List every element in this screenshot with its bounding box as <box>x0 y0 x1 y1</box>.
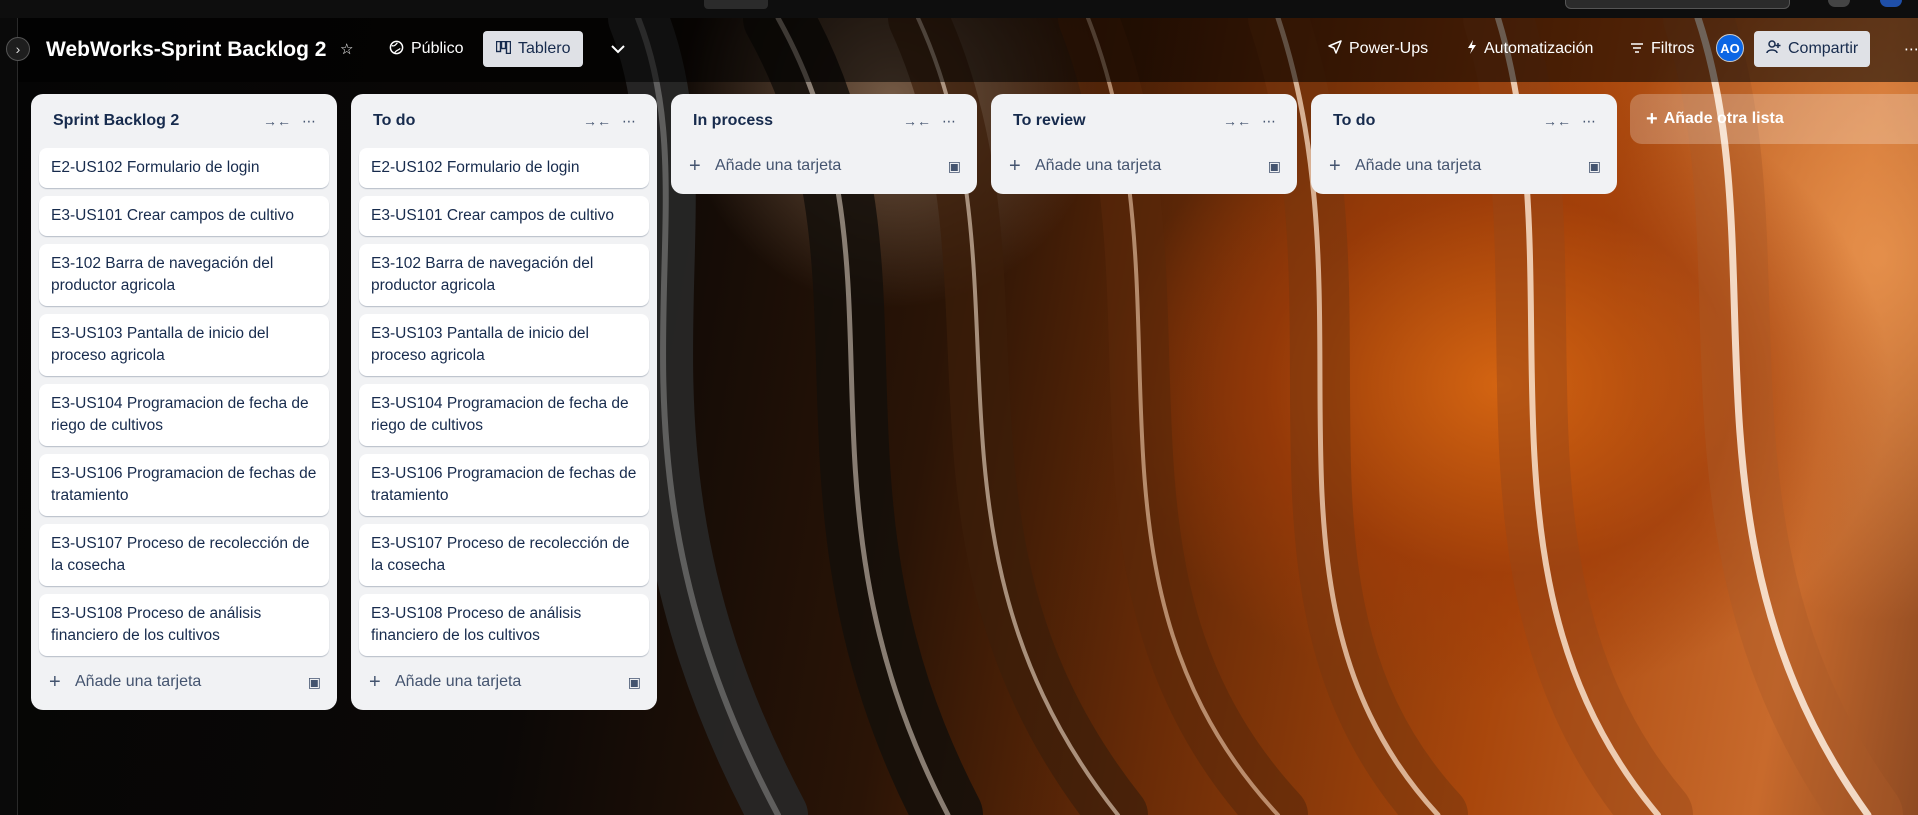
browser-search-bar[interactable] <box>1565 0 1790 9</box>
card[interactable]: E2-US102 Formulario de login <box>359 148 649 188</box>
list-header[interactable]: To do →← ⋯ <box>359 94 649 148</box>
visibility-label: Público <box>411 40 464 57</box>
card-template-icon[interactable]: ▣ <box>1268 158 1281 175</box>
list-title[interactable]: To do <box>373 112 581 130</box>
add-card-button[interactable]: + Añade una tarjeta ▣ <box>39 664 329 700</box>
list-in-process: In process →← ⋯ + Añade una tarjeta ▣ <box>671 94 977 194</box>
plus-icon: + <box>1646 107 1658 130</box>
list-to-do-2: To do →← ⋯ + Añade una tarjeta ▣ <box>1311 94 1617 194</box>
globe-icon <box>389 40 404 59</box>
card[interactable]: E3-US101 Crear campos de cultivo <box>359 196 649 236</box>
collapse-icon[interactable]: →← <box>901 113 933 129</box>
automation-button[interactable]: Automatización <box>1459 31 1601 67</box>
list-header[interactable]: Sprint Backlog 2 →← ⋯ <box>39 94 329 148</box>
card[interactable]: E3-US103 Pantalla de inicio del proceso … <box>359 314 649 376</box>
card[interactable]: E3-US106 Programacion de fechas de trata… <box>359 454 649 516</box>
automation-label: Automatización <box>1484 40 1594 57</box>
ellipsis-icon[interactable]: ⋯ <box>1253 113 1285 130</box>
ellipsis-icon[interactable]: ⋯ <box>293 113 325 130</box>
powerups-button[interactable]: Power-Ups <box>1320 31 1436 67</box>
card-template-icon[interactable]: ▣ <box>948 158 961 175</box>
add-card-label: Añade una tarjeta <box>715 157 842 174</box>
plus-icon: + <box>689 154 701 177</box>
browser-tab[interactable] <box>704 0 768 9</box>
board-header: WebWorks-Sprint Backlog 2 ☆ Público Tabl… <box>18 18 1918 82</box>
ellipsis-icon: ⋯ <box>1904 41 1918 58</box>
add-list-label: Añade otra lista <box>1663 110 1784 127</box>
collapse-icon[interactable]: →← <box>1541 113 1573 129</box>
card[interactable]: E3-102 Barra de navegación del productor… <box>39 244 329 306</box>
add-card-label: Añade una tarjeta <box>1035 157 1162 174</box>
card[interactable]: E3-US104 Programacion de fecha de riego … <box>39 384 329 446</box>
visibility-button[interactable]: Público <box>381 31 471 67</box>
add-card-label: Añade una tarjeta <box>1355 157 1482 174</box>
left-sidebar-collapsed <box>0 18 18 815</box>
collapse-icon[interactable]: →← <box>261 113 293 129</box>
plus-icon: + <box>1329 154 1341 177</box>
list-title[interactable]: To do <box>1333 112 1541 130</box>
powerups-label: Power-Ups <box>1349 40 1429 57</box>
filters-label: Filtros <box>1651 40 1695 57</box>
list-title[interactable]: Sprint Backlog 2 <box>53 112 261 130</box>
list-header[interactable]: To do →← ⋯ <box>1319 94 1609 148</box>
card[interactable]: E3-US108 Proceso de análisis financiero … <box>359 594 649 656</box>
avatar[interactable]: AO <box>1716 34 1744 62</box>
share-button[interactable]: Compartir <box>1754 31 1871 67</box>
add-card-button[interactable]: + Añade una tarjeta ▣ <box>999 148 1289 184</box>
rocket-icon <box>1328 40 1342 58</box>
board-view-label: Tablero <box>518 40 571 57</box>
board-menu-button[interactable]: ⋯ <box>1896 31 1918 67</box>
filters-button[interactable]: Filtros <box>1622 31 1703 67</box>
profile-icon[interactable] <box>1880 0 1902 7</box>
ellipsis-icon[interactable]: ⋯ <box>933 113 965 130</box>
ellipsis-icon[interactable]: ⋯ <box>1573 113 1605 130</box>
add-card-label: Añade una tarjeta <box>75 673 202 690</box>
card[interactable]: E3-US103 Pantalla de inicio del proceso … <box>39 314 329 376</box>
card[interactable]: E3-US101 Crear campos de cultivo <box>39 196 329 236</box>
filter-icon <box>1630 41 1644 58</box>
list-sprint-backlog: Sprint Backlog 2 →← ⋯ E2-US102 Formulari… <box>31 94 337 710</box>
list-to-do: To do →← ⋯ E2-US102 Formulario de login … <box>351 94 657 710</box>
board-view-button[interactable]: Tablero <box>483 31 584 67</box>
card-template-icon[interactable]: ▣ <box>308 674 321 691</box>
expand-sidebar-button[interactable]: › <box>6 37 30 61</box>
add-list-button[interactable]: + Añade otra lista <box>1630 94 1918 144</box>
list-header[interactable]: In process →← ⋯ <box>679 94 969 148</box>
add-card-button[interactable]: + Añade una tarjeta ▣ <box>1319 148 1609 184</box>
star-icon: ☆ <box>340 41 354 58</box>
card[interactable]: E3-US104 Programacion de fecha de riego … <box>359 384 649 446</box>
list-title[interactable]: In process <box>693 112 901 130</box>
view-switcher-button[interactable] <box>602 31 634 67</box>
card[interactable]: E3-US107 Proceso de recolección de la co… <box>359 524 649 586</box>
browser-icon[interactable] <box>1828 0 1850 7</box>
share-label: Compartir <box>1788 40 1859 57</box>
card[interactable]: E3-102 Barra de navegación del productor… <box>359 244 649 306</box>
browser-top-strip <box>0 0 1918 18</box>
board-icon <box>495 40 512 58</box>
ellipsis-icon[interactable]: ⋯ <box>613 113 645 130</box>
add-card-button[interactable]: + Añade una tarjeta ▣ <box>679 148 969 184</box>
list-title[interactable]: To review <box>1013 112 1221 130</box>
list-header[interactable]: To review →← ⋯ <box>999 94 1289 148</box>
card[interactable]: E3-US107 Proceso de recolección de la co… <box>39 524 329 586</box>
add-card-button[interactable]: + Añade una tarjeta ▣ <box>359 664 649 700</box>
person-add-icon <box>1766 40 1781 58</box>
card[interactable]: E3-US106 Programacion de fechas de trata… <box>39 454 329 516</box>
plus-icon: + <box>1009 154 1021 177</box>
board-title[interactable]: WebWorks-Sprint Backlog 2 <box>46 38 326 62</box>
lightning-icon <box>1467 40 1477 58</box>
card[interactable]: E2-US102 Formulario de login <box>39 148 329 188</box>
chevron-down-icon <box>610 41 626 58</box>
collapse-icon[interactable]: →← <box>581 113 613 129</box>
card-template-icon[interactable]: ▣ <box>1588 158 1601 175</box>
plus-icon: + <box>369 670 381 693</box>
card[interactable]: E3-US108 Proceso de análisis financiero … <box>39 594 329 656</box>
card-template-icon[interactable]: ▣ <box>628 674 641 691</box>
list-to-review: To review →← ⋯ + Añade una tarjeta ▣ <box>991 94 1297 194</box>
add-card-label: Añade una tarjeta <box>395 673 522 690</box>
collapse-icon[interactable]: →← <box>1221 113 1253 129</box>
star-board-button[interactable]: ☆ <box>336 31 357 67</box>
plus-icon: + <box>49 670 61 693</box>
